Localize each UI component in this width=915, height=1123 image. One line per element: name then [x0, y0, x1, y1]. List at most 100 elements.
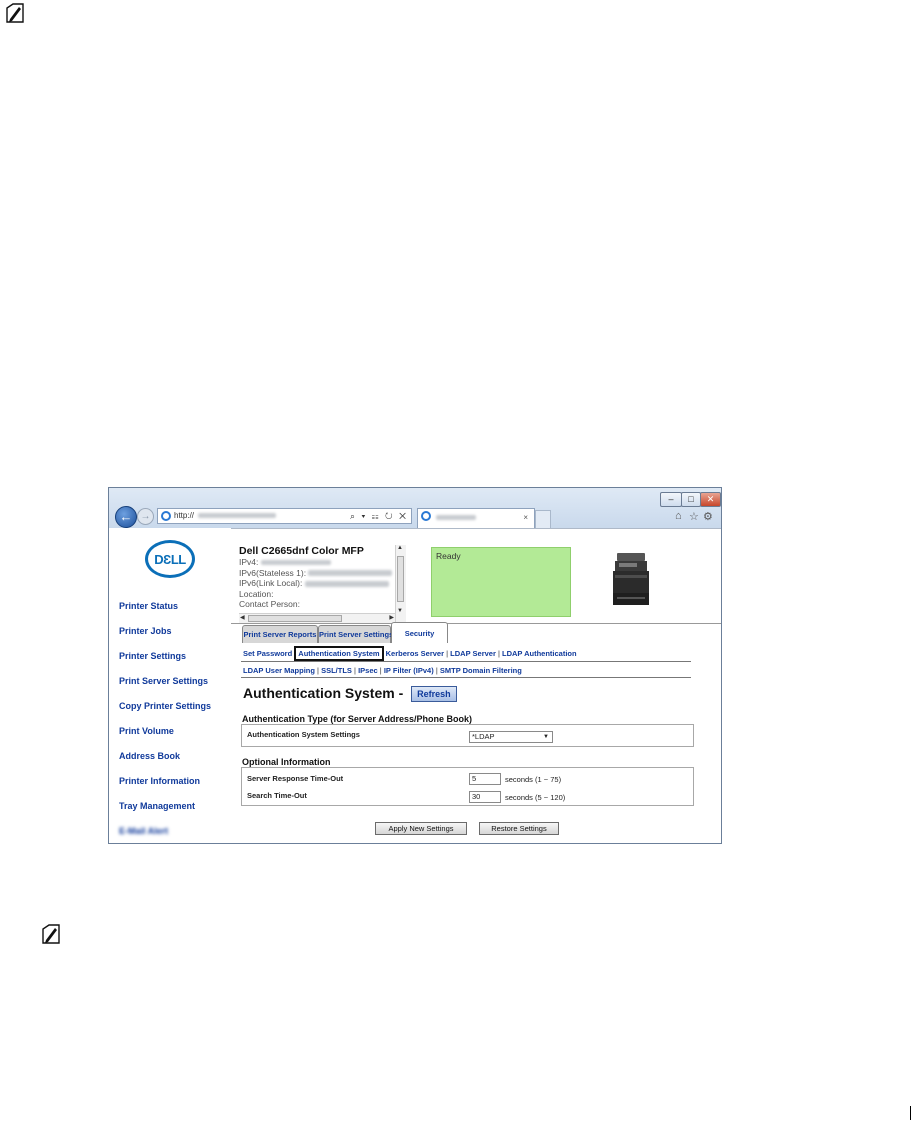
- ipv6-stateless-row: IPv6(Stateless 1):: [239, 568, 405, 579]
- info-horizontal-scrollbar[interactable]: ◀ ▶: [239, 613, 395, 623]
- scroll-up-icon[interactable]: ▲: [397, 545, 403, 551]
- restore-settings-button[interactable]: Restore Settings: [479, 822, 559, 835]
- sublinks-divider: [241, 661, 691, 662]
- link-ssl-tls[interactable]: SSL/TLS: [321, 666, 352, 675]
- page-title-row: Authentication System - Refresh: [243, 685, 457, 703]
- link-ldap-authentication[interactable]: LDAP Authentication: [502, 649, 577, 658]
- home-icon[interactable]: ⌂: [675, 510, 682, 522]
- sidebar-item-print-server-settings[interactable]: Print Server Settings: [119, 676, 208, 686]
- link-ldap-user-mapping[interactable]: LDAP User Mapping: [243, 666, 315, 675]
- separator: |: [446, 649, 449, 658]
- separator: |: [435, 666, 438, 675]
- ipv6-stateless-label: IPv6(Stateless 1):: [239, 567, 307, 578]
- note-icon: [6, 3, 24, 23]
- separator: |: [497, 649, 500, 658]
- server-timeout-unit: seconds (1 ~ 75): [505, 775, 562, 784]
- tab-print-server-reports[interactable]: Print Server Reports: [242, 625, 318, 643]
- redacted-ipv4: [260, 560, 331, 566]
- sidebar-item-print-volume[interactable]: Print Volume: [119, 726, 174, 736]
- printer-image: [613, 553, 649, 605]
- device-info-panel: Dell C2665dnf Color MFP IPv4: IPv6(State…: [239, 545, 405, 623]
- sidebar-item-printer-information[interactable]: Printer Information: [119, 776, 200, 786]
- security-sublinks-row2: LDAP User Mapping | SSL/TLS | IPsec | IP…: [243, 666, 522, 675]
- printer-status-box: Ready: [431, 547, 571, 617]
- minimize-button[interactable]: –: [660, 492, 682, 507]
- ipv4-row: IPv4:: [239, 557, 405, 568]
- separator: |: [354, 666, 356, 675]
- link-authentication-system[interactable]: Authentication System: [294, 646, 384, 661]
- server-timeout-input[interactable]: 5: [469, 773, 501, 785]
- search-timeout-input[interactable]: 30: [469, 791, 501, 803]
- link-ip-filter-ipv4[interactable]: IP Filter (IPv4): [384, 666, 434, 675]
- scroll-thumb[interactable]: [248, 615, 342, 622]
- optional-info-box: Server Response Time-Out 5 seconds (1 ~ …: [241, 767, 694, 806]
- link-set-password[interactable]: Set Password: [243, 649, 292, 658]
- redacted-tab-title: [436, 515, 477, 521]
- ipv4-label: IPv4:: [239, 557, 259, 567]
- apply-new-settings-button[interactable]: Apply New Settings: [375, 822, 467, 835]
- scroll-down-icon[interactable]: ▼: [397, 608, 403, 614]
- auth-type-box: Authentication System Settings *LDAP ▼: [241, 724, 694, 747]
- browser-window: – □ ✕ ← → http:// ⌕ ▾ ☷ ↻ ✕ × ⌂ ☆ ⚙ DƐLL…: [108, 487, 722, 844]
- redacted-ipv6-linklocal: [304, 580, 389, 587]
- redacted-url: [198, 513, 277, 519]
- contact-row: Contact Person:: [239, 599, 300, 609]
- address-bar[interactable]: http:// ⌕ ▾ ☷ ↻ ✕: [157, 508, 412, 524]
- sidebar-item-address-book[interactable]: Address Book: [119, 751, 180, 761]
- sidebar-item-copy-printer-settings[interactable]: Copy Printer Settings: [119, 701, 211, 711]
- address-prefix: http://: [174, 511, 195, 520]
- browser-chrome: – □ ✕ ← → http:// ⌕ ▾ ☷ ↻ ✕ × ⌂ ☆ ⚙: [109, 488, 721, 529]
- back-arrow-icon[interactable]: ←: [115, 506, 137, 528]
- close-button[interactable]: ✕: [700, 492, 721, 507]
- separator: |: [317, 666, 319, 675]
- auth-system-value: *LDAP: [472, 732, 495, 741]
- sidebar-item-printer-settings[interactable]: Printer Settings: [119, 651, 186, 661]
- scroll-thumb[interactable]: [397, 556, 404, 602]
- forward-arrow-icon[interactable]: →: [137, 508, 154, 525]
- auth-settings-label: Authentication System Settings: [247, 730, 360, 739]
- auth-system-select[interactable]: *LDAP ▼: [469, 731, 553, 743]
- sublinks-divider: [241, 677, 691, 678]
- optional-info-heading: Optional Information: [242, 757, 331, 767]
- search-timeout-unit: seconds (5 ~ 120): [505, 793, 566, 802]
- chevron-down-icon: ▼: [543, 734, 549, 740]
- tab-print-server-settings[interactable]: Print Server Settings: [318, 625, 393, 643]
- ie-tab-icon: [421, 511, 431, 521]
- device-name: Dell C2665dnf Color MFP: [239, 545, 364, 557]
- link-kerberos-server[interactable]: Kerberos Server: [386, 649, 444, 658]
- scroll-right-icon[interactable]: ▶: [389, 614, 394, 621]
- sidebar-item-printer-jobs[interactable]: Printer Jobs: [119, 626, 172, 636]
- server-timeout-label: Server Response Time-Out: [247, 774, 344, 783]
- browser-tab[interactable]: ×: [417, 508, 535, 528]
- link-smtp-domain-filtering[interactable]: SMTP Domain Filtering: [440, 666, 522, 675]
- sidebar-item-printer-status[interactable]: Printer Status: [119, 601, 178, 611]
- tab-close-icon[interactable]: ×: [523, 509, 528, 527]
- ipv6-linklocal-label: IPv6(Link Local):: [239, 578, 303, 588]
- sidebar-item-email-alert[interactable]: E-Mail Alert: [119, 826, 168, 836]
- maximize-button[interactable]: □: [681, 492, 701, 507]
- tab-security[interactable]: Security: [391, 622, 448, 643]
- link-ipsec[interactable]: IPsec: [358, 666, 378, 675]
- star-icon[interactable]: ☆: [689, 510, 699, 523]
- search-timeout-label: Search Time-Out: [247, 791, 307, 800]
- sidebar-item-tray-management[interactable]: Tray Management: [119, 801, 195, 811]
- page-title: Authentication System -: [243, 685, 404, 701]
- redacted-ipv6-stateless: [308, 570, 393, 577]
- sidebar: DƐLL Printer Status Printer Jobs Printer…: [109, 528, 231, 843]
- note-icon: [42, 924, 60, 944]
- security-sublinks-row1: Set Password Authentication System Kerbe…: [243, 646, 577, 661]
- page-edge-mark: [910, 1106, 911, 1120]
- separator: |: [379, 666, 382, 675]
- dell-logo: DƐLL: [145, 540, 195, 578]
- auth-type-heading: Authentication Type (for Server Address/…: [242, 714, 473, 724]
- gear-icon[interactable]: ⚙: [703, 510, 713, 523]
- location-row: Location:: [239, 588, 274, 599]
- tabbar-baseline: [231, 623, 721, 624]
- new-tab-button[interactable]: [535, 510, 551, 528]
- scroll-left-icon[interactable]: ◀: [240, 614, 245, 621]
- address-bar-tools[interactable]: ⌕ ▾ ☷ ↻ ✕: [350, 509, 408, 523]
- ipv6-linklocal-row: IPv6(Link Local):: [239, 578, 405, 589]
- info-vertical-scrollbar[interactable]: ▲ ▼: [395, 545, 406, 623]
- refresh-button[interactable]: Refresh: [411, 686, 457, 703]
- link-ldap-server[interactable]: LDAP Server: [450, 649, 496, 658]
